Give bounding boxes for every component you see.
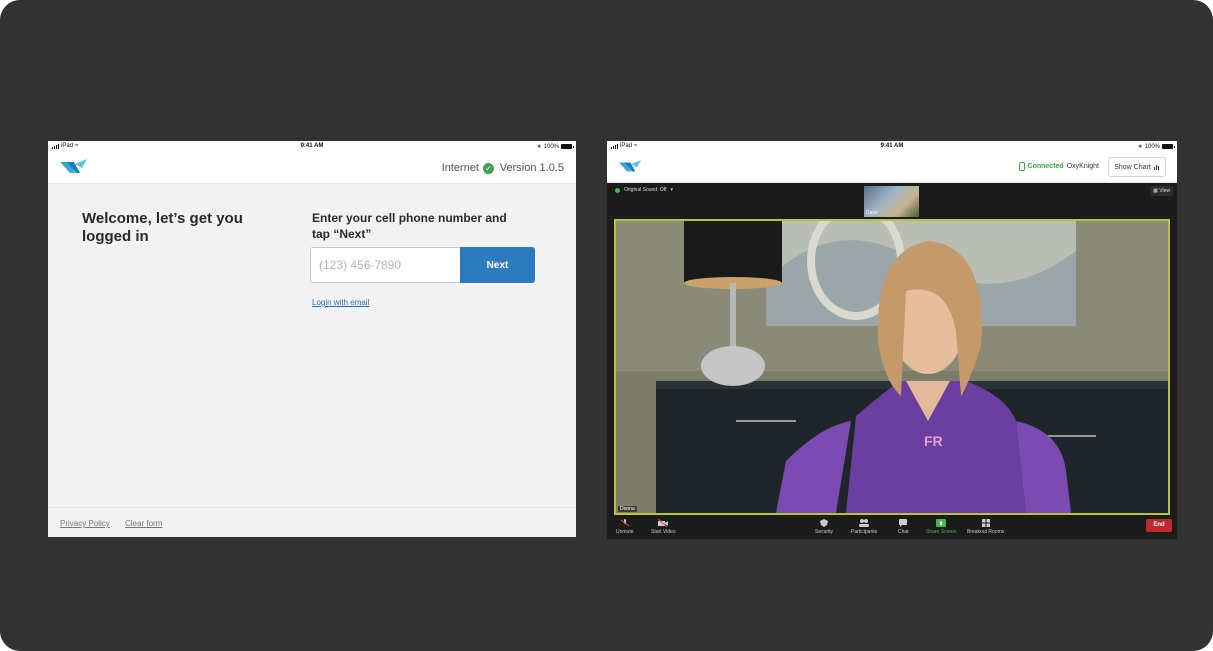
status-time: 9:41 AM <box>300 143 324 149</box>
internet-status: Internet ✓ <box>442 162 494 174</box>
device-frame: iPad ≈ 9:41 AM ∗ 100% Internet ✓ Version… <box>0 0 1213 651</box>
app-header: Connected OxyKnight Show Chart <box>607 151 1177 183</box>
view-button[interactable]: ▦ View <box>1150 186 1173 196</box>
show-chart-label: Show Chart <box>1114 163 1151 171</box>
chevron-down-icon: ▾ <box>670 187 673 193</box>
svg-text:FR: FR <box>924 433 943 449</box>
participant-thumbnail[interactable]: Dave <box>864 186 919 217</box>
app-logo-icon <box>60 159 87 173</box>
device-label: iPad <box>61 143 74 149</box>
watch-icon <box>1018 162 1025 171</box>
participants-button[interactable]: Participants <box>851 519 877 535</box>
phone-input[interactable] <box>310 247 460 283</box>
start-video-button[interactable]: Start Video <box>651 519 676 535</box>
status-bar: iPad ≈ 9:41 AM ∗ 100% <box>48 141 576 151</box>
chart-icon <box>1153 165 1159 170</box>
shield-icon <box>820 519 829 527</box>
clear-form-link[interactable]: Clear form <box>125 519 162 528</box>
security-button[interactable]: Security <box>815 519 833 535</box>
thumbnail-name: Dave <box>866 210 878 216</box>
breakout-rooms-icon <box>981 519 990 527</box>
security-label: Security <box>815 529 834 535</box>
next-button[interactable]: Next <box>460 247 535 283</box>
speaker-name-label: Donna <box>618 506 637 512</box>
meeting-toolbar: Unmute Start Video Security Participants… <box>607 517 1177 539</box>
status-bar: iPad ≈ 9:41 AM ∗ 100% <box>607 141 1177 151</box>
battery-icon <box>1162 144 1175 149</box>
check-circle-icon: ✓ <box>483 162 494 174</box>
participants-icon <box>859 519 870 527</box>
unmute-button[interactable]: Unmute <box>616 519 634 535</box>
video-call-area: Original Sound: Off ▾ ▦ View Dave FR Don… <box>607 183 1177 539</box>
shield-icon <box>615 187 620 193</box>
signal-icon <box>611 143 618 149</box>
status-time: 9:41 AM <box>880 143 904 149</box>
privacy-policy-link[interactable]: Privacy Policy <box>60 519 110 528</box>
active-speaker-video: FR Donna <box>614 219 1170 515</box>
original-sound-label: Original Sound: Off <box>624 187 667 193</box>
device-label: iPad <box>620 143 633 149</box>
app-logo-icon <box>619 160 641 172</box>
version-label: Version 1.0.5 <box>499 162 564 174</box>
grid-icon: ▦ <box>1153 188 1158 194</box>
breakout-rooms-label: Breakout Rooms <box>967 529 1005 535</box>
share-screen-button[interactable]: Share Screen <box>926 519 957 535</box>
bluetooth-icon: ∗ <box>1137 144 1143 150</box>
meeting-screen: iPad ≈ 9:41 AM ∗ 100% Connected OxyKnigh… <box>607 141 1177 539</box>
wifi-icon: ≈ <box>75 143 79 149</box>
battery-icon <box>561 144 574 149</box>
app-header: Internet ✓ Version 1.0.5 <box>48 151 576 184</box>
battery-percent: 100% <box>543 143 559 150</box>
battery-percent: 100% <box>1144 143 1160 150</box>
internet-label: Internet <box>441 162 479 174</box>
view-label: View <box>1159 188 1170 194</box>
unmute-label: Unmute <box>616 529 634 535</box>
participants-label: Participants <box>851 529 878 535</box>
chat-label: Chat <box>898 529 909 535</box>
chat-bubble-icon <box>899 519 908 527</box>
device-connection-status: Connected OxyKnight <box>1018 162 1099 171</box>
device-name: OxyKnight <box>1066 163 1099 170</box>
chat-button[interactable]: Chat <box>898 519 909 535</box>
signal-icon <box>52 143 59 149</box>
phone-prompt: Enter your cell phone number and tap “Ne… <box>312 211 507 241</box>
video-camera-muted-icon <box>658 519 669 527</box>
login-screen: iPad ≈ 9:41 AM ∗ 100% Internet ✓ Version… <box>48 141 576 537</box>
start-video-label: Start Video <box>651 529 676 535</box>
breakout-rooms-button[interactable]: Breakout Rooms <box>967 519 1004 535</box>
original-sound-toggle[interactable]: Original Sound: Off ▾ <box>615 187 673 193</box>
login-footer: Privacy Policy Clear form <box>48 507 576 537</box>
wifi-icon: ≈ <box>634 143 638 149</box>
speaker-video-image: FR <box>616 221 1168 513</box>
bluetooth-icon: ∗ <box>536 144 542 150</box>
login-with-email-link[interactable]: Login with email <box>312 298 369 307</box>
connected-label: Connected <box>1027 163 1064 170</box>
show-chart-button[interactable]: Show Chart <box>1108 157 1166 177</box>
end-meeting-button[interactable]: End <box>1146 519 1172 532</box>
microphone-muted-icon <box>620 519 630 527</box>
share-screen-label: Share Screen <box>926 529 957 535</box>
share-screen-icon <box>936 519 947 527</box>
welcome-heading: Welcome, let’s get you logged in <box>82 210 243 245</box>
